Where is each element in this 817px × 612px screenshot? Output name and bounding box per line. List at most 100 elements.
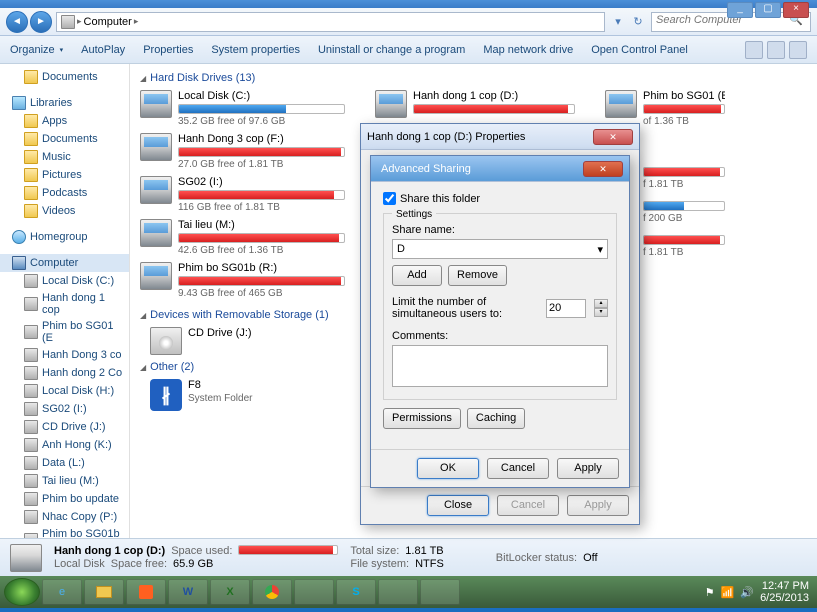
- sidebar-item-music[interactable]: Music: [0, 148, 129, 166]
- remove-button[interactable]: Remove: [448, 265, 507, 286]
- hdd-icon: [140, 176, 172, 204]
- section-hdd[interactable]: ◢Hard Disk Drives (13): [140, 72, 807, 84]
- drive-item[interactable]: Tai lieu (M:)42.6 GB free of 1.36 TB: [140, 219, 345, 256]
- sidebar-item-docs[interactable]: Documents: [0, 130, 129, 148]
- sidebar-drive-item[interactable]: SG02 (I:): [0, 400, 129, 418]
- limit-spinner[interactable]: 20: [546, 299, 586, 318]
- settings-group: Settings Share name: D ▾ Add Remove Limi…: [383, 213, 617, 400]
- drive-item[interactable]: Hanh dong 1 cop (D:): [375, 90, 575, 118]
- sidebar-item-homegroup[interactable]: Homegroup: [0, 228, 129, 246]
- sidebar-item-apps[interactable]: Apps: [0, 112, 129, 130]
- advanced-sharing-dialog: Advanced Sharing ✕ Share this folder Set…: [370, 155, 630, 488]
- address-dropdown-button[interactable]: ▾: [609, 13, 627, 31]
- caching-button[interactable]: Caching: [467, 408, 525, 429]
- window-maximize-button[interactable]: ▢: [755, 2, 781, 18]
- map-drive-button[interactable]: Map network drive: [483, 44, 573, 56]
- system-tray[interactable]: ⚑ 📶 🔊 12:47 PM 6/25/2013: [705, 580, 813, 604]
- taskbar-chrome[interactable]: [252, 579, 292, 605]
- drive-item[interactable]: SG02 (I:)116 GB free of 1.81 TB: [140, 176, 345, 213]
- drive-icon: [10, 544, 42, 572]
- sidebar-drive-item[interactable]: Hanh dong 2 Co: [0, 364, 129, 382]
- breadcrumb-computer[interactable]: Computer: [84, 16, 132, 28]
- taskbar-word[interactable]: W: [168, 579, 208, 605]
- system-properties-button[interactable]: System properties: [211, 44, 300, 56]
- share-name-label: Share name:: [392, 224, 608, 236]
- apply-button[interactable]: Apply: [557, 458, 619, 479]
- taskbar-app3[interactable]: [378, 579, 418, 605]
- drive-free-text: 116 GB free of 1.81 TB: [178, 202, 345, 213]
- preview-pane-button[interactable]: [767, 41, 785, 59]
- taskbar-clock[interactable]: 12:47 PM 6/25/2013: [760, 580, 813, 604]
- computer-icon: [12, 256, 26, 270]
- collapse-icon: ◢: [140, 363, 146, 372]
- refresh-button[interactable]: ↻: [629, 13, 647, 31]
- uninstall-button[interactable]: Uninstall or change a program: [318, 44, 465, 56]
- view-button[interactable]: [745, 41, 763, 59]
- help-button[interactable]: [789, 41, 807, 59]
- collapse-icon: ◢: [140, 311, 146, 320]
- sidebar-item-computer[interactable]: Computer: [0, 254, 129, 272]
- taskbar-excel[interactable]: X: [210, 579, 250, 605]
- sidebar-drive-item[interactable]: Data (L:): [0, 454, 129, 472]
- sidebar-item-videos[interactable]: Videos: [0, 202, 129, 220]
- tray-flag-icon[interactable]: ⚑: [705, 586, 715, 599]
- window-close-button[interactable]: ×: [783, 2, 809, 18]
- sidebar-drive-item[interactable]: Phim bo SG01b (: [0, 526, 129, 538]
- tray-volume-icon[interactable]: 🔊: [740, 586, 754, 599]
- sidebar-drive-item[interactable]: Tai lieu (M:): [0, 472, 129, 490]
- nav-forward-button[interactable]: ►: [30, 11, 52, 33]
- taskbar-app1[interactable]: [126, 579, 166, 605]
- close-button[interactable]: ✕: [583, 161, 623, 177]
- drive-item[interactable]: Phim bo SG01b (R:)9.43 GB free of 465 GB: [140, 262, 345, 299]
- drive-item[interactable]: Phim bo SG01 (E:)of 1.36 TB: [605, 90, 725, 127]
- sidebar-drive-item[interactable]: CD Drive (J:): [0, 418, 129, 436]
- add-button[interactable]: Add: [392, 265, 442, 286]
- taskbar-explorer[interactable]: [84, 579, 124, 605]
- sidebar-item-pictures[interactable]: Pictures: [0, 166, 129, 184]
- sidebar-drive-item[interactable]: Local Disk (C:): [0, 272, 129, 290]
- drive-item[interactable]: Hanh Dong 3 cop (F:)27.0 GB free of 1.81…: [140, 133, 345, 170]
- folder-icon: [24, 114, 38, 128]
- spin-up-button[interactable]: ▴: [594, 299, 608, 308]
- taskbar-app4[interactable]: [420, 579, 460, 605]
- nav-back-button[interactable]: ◄: [6, 11, 28, 33]
- control-panel-button[interactable]: Open Control Panel: [591, 44, 688, 56]
- folder-icon: [24, 204, 38, 218]
- sidebar-item-documents[interactable]: Documents: [0, 68, 129, 86]
- share-name-combo[interactable]: D ▾: [392, 239, 608, 259]
- organize-button[interactable]: Organize: [10, 44, 63, 56]
- sidebar-item-podcasts[interactable]: Podcasts: [0, 184, 129, 202]
- dialog-titlebar[interactable]: Hanh dong 1 cop (D:) Properties ✕: [361, 124, 639, 150]
- drive-item[interactable]: Local Disk (C:)35.2 GB free of 97.6 GB: [140, 90, 345, 127]
- address-bar[interactable]: ▸ Computer ▸: [56, 12, 605, 32]
- taskbar-ie[interactable]: e: [42, 579, 82, 605]
- taskbar-app2[interactable]: [294, 579, 334, 605]
- taskbar-skype[interactable]: S: [336, 579, 376, 605]
- close-dialog-button[interactable]: Close: [427, 495, 489, 516]
- drive-icon: [24, 384, 38, 398]
- sidebar-drive-item[interactable]: Hanh Dong 3 co: [0, 346, 129, 364]
- drive-icon: [24, 402, 38, 416]
- dialog-titlebar[interactable]: Advanced Sharing ✕: [371, 156, 629, 182]
- sidebar-drive-item[interactable]: Nhac Copy (P:): [0, 508, 129, 526]
- spin-down-button[interactable]: ▾: [594, 308, 608, 317]
- cancel-button[interactable]: Cancel: [487, 458, 549, 479]
- comments-textarea[interactable]: [392, 345, 608, 387]
- start-button[interactable]: [4, 578, 40, 606]
- sidebar-drive-item[interactable]: Phim bo update: [0, 490, 129, 508]
- autoplay-button[interactable]: AutoPlay: [81, 44, 125, 56]
- tray-network-icon[interactable]: 📶: [721, 586, 735, 599]
- share-folder-checkbox[interactable]: [383, 192, 396, 205]
- drive-usage-bar: [643, 104, 725, 114]
- sidebar-drive-item[interactable]: Phim bo SG01 (E: [0, 318, 129, 346]
- sidebar-item-libraries[interactable]: Libraries: [0, 94, 129, 112]
- drive-usage-bar: [178, 276, 345, 286]
- ok-button[interactable]: OK: [417, 458, 479, 479]
- close-button[interactable]: ✕: [593, 129, 633, 145]
- sidebar-drive-item[interactable]: Local Disk (H:): [0, 382, 129, 400]
- permissions-button[interactable]: Permissions: [383, 408, 461, 429]
- window-minimize-button[interactable]: _: [727, 2, 753, 18]
- sidebar-drive-item[interactable]: Hanh dong 1 cop: [0, 290, 129, 318]
- sidebar-drive-item[interactable]: Anh Hong (K:): [0, 436, 129, 454]
- properties-button[interactable]: Properties: [143, 44, 193, 56]
